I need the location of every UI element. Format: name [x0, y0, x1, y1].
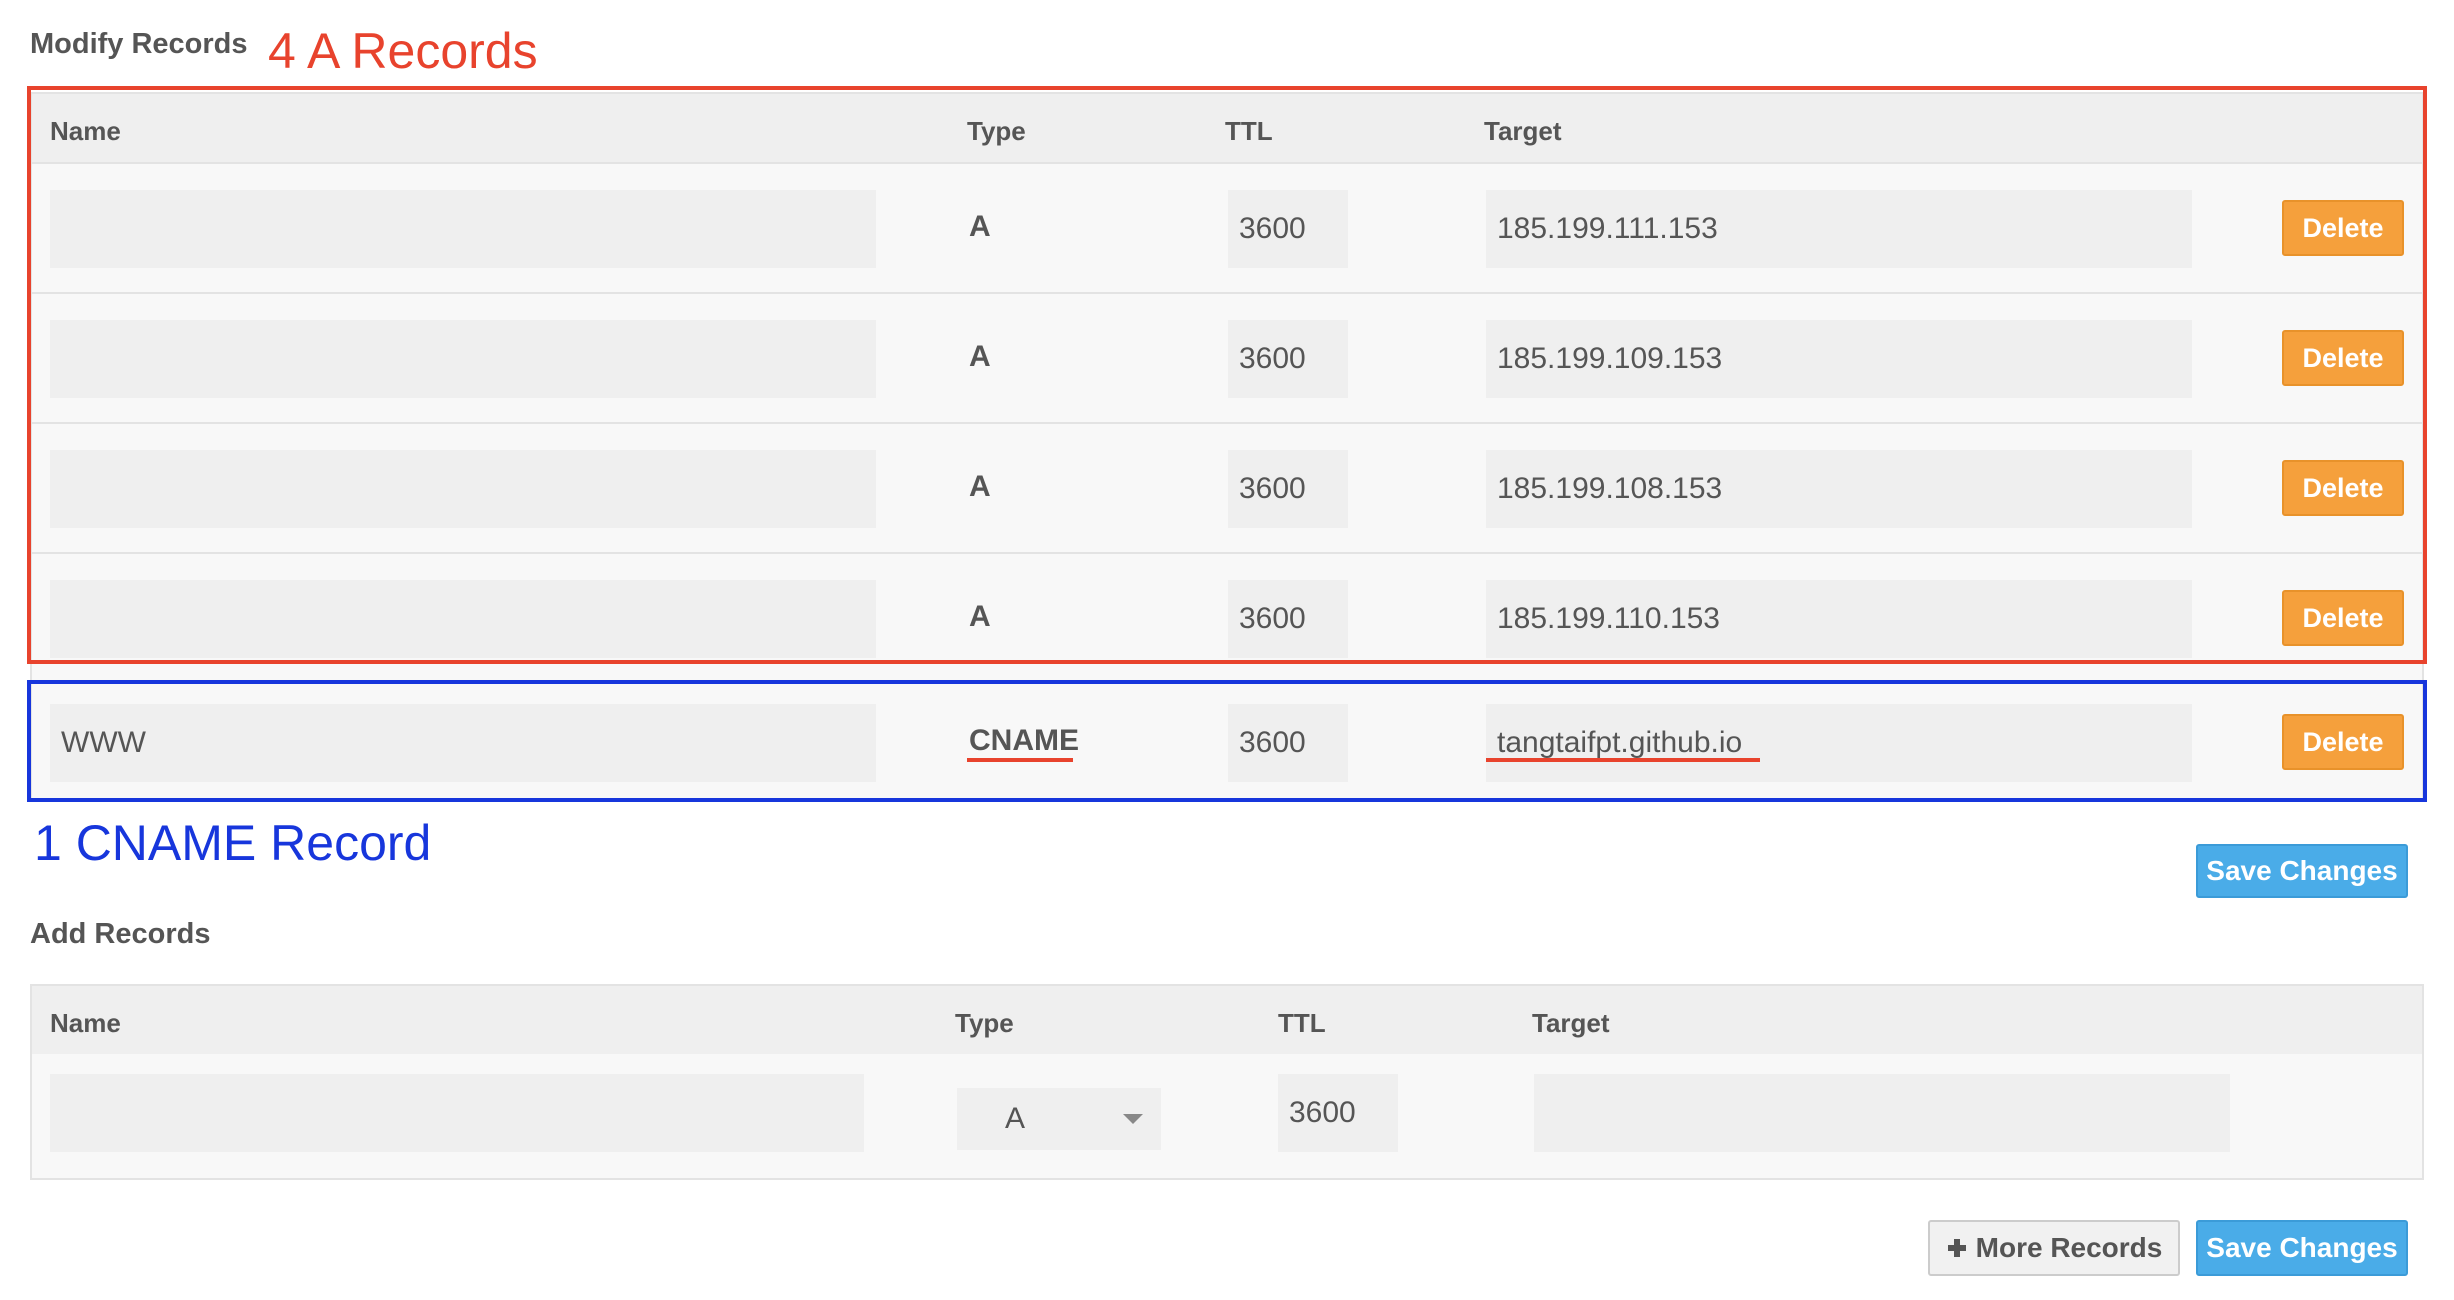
record-row: A 3600 185.199.111.153 Delete [32, 162, 2422, 292]
delete-record-button[interactable]: Delete [2282, 200, 2404, 256]
record-row: A 3600 185.199.110.153 Delete [32, 552, 2422, 682]
modify-table-header: Name Type TTL Target [32, 94, 2422, 164]
record-row: A 3600 185.199.109.153 Delete [32, 292, 2422, 422]
chevron-down-icon [1123, 1114, 1143, 1124]
record-target-input[interactable]: tangtaifpt.github.io [1486, 704, 2192, 782]
column-header-name: Name [50, 116, 121, 146]
add-record-row: A 3600 [32, 1054, 2422, 1178]
record-ttl-input[interactable]: 3600 [1228, 190, 1348, 268]
add-records-heading: Add Records [30, 918, 211, 950]
add-records-table: Name Type TTL Target A 3600 [30, 984, 2424, 1180]
more-records-button[interactable]: More Records [1928, 1220, 2180, 1276]
column-header-target: Target [1484, 116, 1562, 146]
modify-records-heading: Modify Records [30, 28, 248, 60]
delete-record-button[interactable]: Delete [2282, 714, 2404, 770]
record-ttl-input[interactable]: 3600 [1228, 704, 1348, 782]
record-ttl-input[interactable]: 3600 [1228, 450, 1348, 528]
record-row: WWW CNAME 3600 tangtaifpt.github.io Dele… [32, 682, 2422, 800]
add-table-header: Name Type TTL Target [32, 986, 2422, 1056]
record-name-input[interactable] [50, 320, 876, 398]
delete-record-button[interactable]: Delete [2282, 330, 2404, 386]
record-name-input[interactable] [50, 580, 876, 658]
more-records-label: More Records [1975, 1232, 2163, 1263]
column-header-type: Type [967, 116, 1026, 146]
record-ttl-input[interactable]: 3600 [1228, 320, 1348, 398]
column-header-target: Target [1532, 1008, 1610, 1038]
annotation-cname-record: 1 CNAME Record [34, 815, 432, 871]
add-type-value: A [1005, 1102, 1026, 1135]
record-type: A [969, 210, 991, 243]
record-name-input[interactable] [50, 190, 876, 268]
add-target-input[interactable] [1534, 1074, 2230, 1152]
add-ttl-input[interactable]: 3600 [1278, 1074, 1398, 1152]
plus-icon [1947, 1239, 1966, 1257]
modify-records-table: Name Type TTL Target A 3600 185.199.111.… [30, 92, 2424, 802]
record-row: A 3600 185.199.108.153 Delete [32, 422, 2422, 552]
record-target-input[interactable]: 185.199.108.153 [1486, 450, 2192, 528]
column-header-ttl: TTL [1278, 1008, 1326, 1038]
delete-record-button[interactable]: Delete [2282, 460, 2404, 516]
record-type: A [969, 340, 991, 373]
annotation-a-records: 4 A Records [268, 23, 538, 79]
column-header-name: Name [50, 1008, 121, 1038]
delete-record-button[interactable]: Delete [2282, 590, 2404, 646]
column-header-type: Type [955, 1008, 1014, 1038]
cname-type-underline [967, 758, 1073, 762]
record-ttl-input[interactable]: 3600 [1228, 580, 1348, 658]
save-changes-button[interactable]: Save Changes [2196, 1220, 2408, 1276]
record-type: A [969, 600, 991, 633]
record-type: A [969, 470, 991, 503]
cname-target-underline [1486, 758, 1760, 762]
record-target-input[interactable]: 185.199.109.153 [1486, 320, 2192, 398]
record-target-input[interactable]: 185.199.110.153 [1486, 580, 2192, 658]
add-type-select[interactable]: A [957, 1088, 1161, 1150]
record-name-input[interactable]: WWW [50, 704, 876, 782]
column-header-ttl: TTL [1225, 116, 1273, 146]
save-changes-button[interactable]: Save Changes [2196, 844, 2408, 898]
record-name-input[interactable] [50, 450, 876, 528]
add-name-input[interactable] [50, 1074, 864, 1152]
record-type: CNAME [969, 724, 1079, 757]
record-target-input[interactable]: 185.199.111.153 [1486, 190, 2192, 268]
